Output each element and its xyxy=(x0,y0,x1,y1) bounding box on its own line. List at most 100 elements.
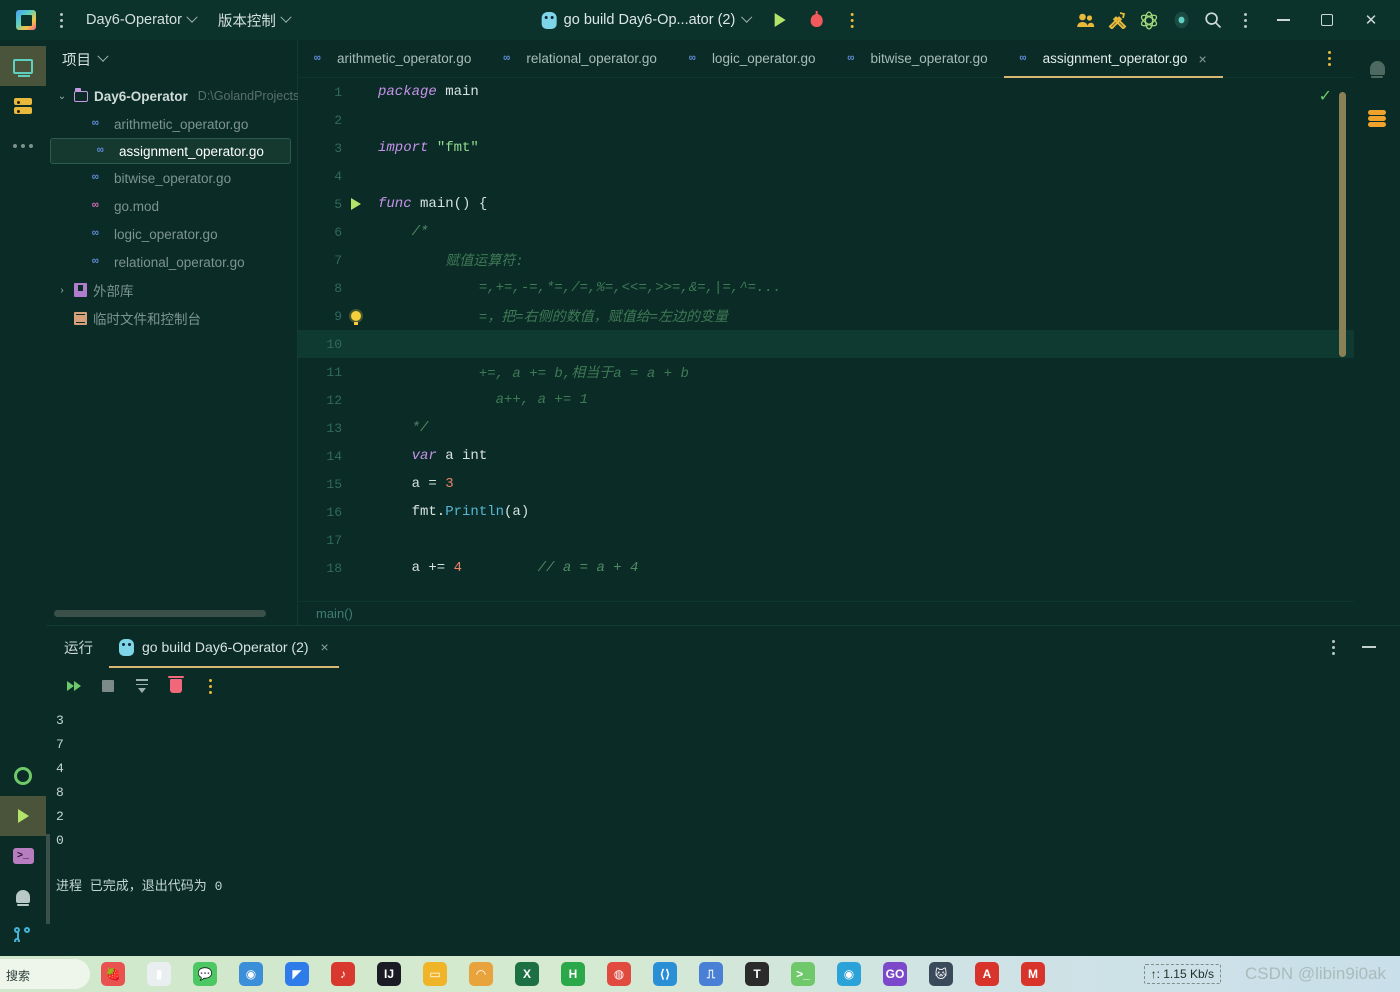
sidebar-item-run[interactable] xyxy=(0,796,46,836)
code-line[interactable]: 12 a++, a += 1 xyxy=(298,386,1354,414)
app-acrobat[interactable]: A xyxy=(964,956,1010,992)
chevron-icon[interactable]: ⌄ xyxy=(56,91,68,102)
sidebar-item-problems[interactable] xyxy=(0,876,46,916)
tree-item[interactable]: 临时文件和控制台 xyxy=(46,304,297,332)
app-monitor[interactable]: ⎍ xyxy=(688,956,734,992)
editor-vertical-scrollbar[interactable] xyxy=(1339,92,1346,357)
tree-item[interactable]: ∞ logic_operator.go xyxy=(46,220,297,248)
ai-assistant-button[interactable] xyxy=(1134,5,1164,35)
code-line[interactable]: 4 xyxy=(298,162,1354,190)
app-idea[interactable]: IJ xyxy=(366,956,412,992)
app-edge[interactable]: ◉ xyxy=(826,956,872,992)
run-button[interactable] xyxy=(765,5,795,35)
editor-tab[interactable]: ∞ logic_operator.go xyxy=(673,40,832,77)
sidebar-item-settings[interactable] xyxy=(0,756,46,796)
clear-all-button[interactable] xyxy=(162,672,190,700)
run-panel-collapse-button[interactable] xyxy=(1354,632,1384,662)
project-horizontal-scrollbar[interactable] xyxy=(54,610,266,617)
tree-item[interactable]: › 外部库 xyxy=(46,276,297,304)
network-speed-indicator[interactable]: ↑: 1.15 Kb/s xyxy=(1143,964,1221,984)
editor-tab[interactable]: ∞ relational_operator.go xyxy=(487,40,673,77)
app-typora[interactable]: T xyxy=(734,956,780,992)
code-line[interactable]: 9 =，把=右侧的数值，赋值给=左边的变量 xyxy=(298,302,1354,330)
editor-tab[interactable]: ∞ arithmetic_operator.go xyxy=(298,40,487,77)
editor-tabs-more-button[interactable] xyxy=(1314,44,1344,74)
maximize-window-button[interactable] xyxy=(1306,0,1348,40)
app-excel[interactable]: X xyxy=(504,956,550,992)
minimize-window-button[interactable] xyxy=(1262,0,1304,40)
console-output[interactable]: 3 7 4 8 2 0 进程 已完成，退出代码为 0 xyxy=(46,704,1400,956)
editor-tab[interactable]: ∞ bitwise_operator.go xyxy=(832,40,1004,77)
project-name-chip[interactable]: Day6-Operator xyxy=(78,7,204,33)
app-chrome[interactable]: ◍ xyxy=(596,956,642,992)
run-configuration-selector[interactable]: go build Day6-Op...ator (2) xyxy=(533,6,760,34)
notifications-button[interactable] xyxy=(1354,48,1400,88)
vcs-chip[interactable]: 版本控制 xyxy=(210,7,298,33)
code-line[interactable]: 1 package main xyxy=(298,78,1354,106)
app-goland[interactable]: GO xyxy=(872,956,918,992)
goland-logo-icon[interactable] xyxy=(16,10,36,30)
debug-button[interactable] xyxy=(801,5,831,35)
editor-tab[interactable]: ∞ assignment_operator.go × xyxy=(1003,40,1223,78)
close-icon[interactable]: × xyxy=(1198,51,1206,67)
rerun-button[interactable] xyxy=(60,672,88,700)
scroll-to-end-button[interactable] xyxy=(128,672,156,700)
code-line[interactable]: 17 xyxy=(298,526,1354,554)
more-run-actions-button[interactable] xyxy=(837,5,867,35)
code-line[interactable]: 18 a += 4 // a = a + 4 xyxy=(298,554,1354,582)
tree-item[interactable]: ∞ arithmetic_operator.go xyxy=(46,110,297,138)
code-line[interactable]: 11 +=, a += b,相当于a = a + b xyxy=(298,358,1354,386)
chevron-icon[interactable]: › xyxy=(56,285,68,296)
app-netease[interactable]: ♪ xyxy=(320,956,366,992)
intention-bulb-icon[interactable] xyxy=(342,311,370,325)
app-vscode[interactable]: ⟨⟩ xyxy=(642,956,688,992)
gutter-run-icon[interactable] xyxy=(342,198,370,210)
inspection-status-badge[interactable]: ✓ xyxy=(1319,86,1332,106)
search-button[interactable] xyxy=(1198,5,1228,35)
build-tools-button[interactable] xyxy=(1102,5,1132,35)
app-console[interactable]: >_ xyxy=(780,956,826,992)
tree-item[interactable]: ∞ bitwise_operator.go xyxy=(46,164,297,192)
code-line[interactable]: 16 fmt.Println(a) xyxy=(298,498,1354,526)
breadcrumb[interactable]: main() xyxy=(298,601,1354,625)
app-fruit[interactable]: 🍓 xyxy=(90,956,136,992)
app-explorer[interactable]: ▮ xyxy=(136,956,182,992)
code-line[interactable]: 14 var a int xyxy=(298,442,1354,470)
close-icon[interactable]: × xyxy=(321,639,329,655)
code-line[interactable]: 7 赋值运算符: xyxy=(298,246,1354,274)
stop-button[interactable] xyxy=(94,672,122,700)
sidebar-item-database[interactable] xyxy=(0,86,46,126)
project-panel-header[interactable]: 项目 xyxy=(46,40,297,78)
more-options-button[interactable] xyxy=(1230,5,1260,35)
database-button[interactable] xyxy=(1354,98,1400,138)
updates-button[interactable] xyxy=(1166,5,1196,35)
app-dingtalk[interactable]: ◤ xyxy=(274,956,320,992)
app-folder[interactable]: ▭ xyxy=(412,956,458,992)
close-window-button[interactable]: ✕ xyxy=(1350,0,1392,40)
sidebar-item-project[interactable] xyxy=(0,46,46,86)
console-scrollbar[interactable] xyxy=(46,834,50,924)
collaborate-button[interactable] xyxy=(1070,5,1100,35)
sidebar-item-terminal[interactable]: >_ xyxy=(0,836,46,876)
app-browser[interactable]: ◉ xyxy=(228,956,274,992)
tree-item[interactable]: ∞ go.mod xyxy=(46,192,297,220)
app-mail[interactable]: M xyxy=(1010,956,1056,992)
app-wechat[interactable]: 💬 xyxy=(182,956,228,992)
run-session-tab[interactable]: go build Day6-Operator (2) × xyxy=(109,626,339,668)
code-line[interactable]: 3 import "fmt" xyxy=(298,134,1354,162)
code-line[interactable]: 5 func main() { xyxy=(298,190,1354,218)
run-more-button[interactable] xyxy=(196,672,224,700)
code-line[interactable]: 15 a = 3 xyxy=(298,470,1354,498)
app-cat[interactable]: 🐱 xyxy=(918,956,964,992)
app-huawei[interactable]: H xyxy=(550,956,596,992)
run-panel-options-button[interactable] xyxy=(1318,632,1348,662)
code-viewport[interactable]: 1 package main 2 3 import "fmt" 4 5 func main()… xyxy=(298,78,1354,601)
code-line[interactable]: 13 */ xyxy=(298,414,1354,442)
code-line[interactable]: 10 xyxy=(298,330,1354,358)
code-line[interactable]: 6 /* xyxy=(298,218,1354,246)
code-line[interactable]: 8 =,+=,-=,*=,/=,%=,<<=,>>=,&=,|=,^=... xyxy=(298,274,1354,302)
tree-item[interactable]: ∞ assignment_operator.go xyxy=(50,138,291,164)
app-sogou[interactable]: ◠ xyxy=(458,956,504,992)
main-menu-icon[interactable] xyxy=(50,7,72,33)
sidebar-item-more[interactable] xyxy=(0,126,46,166)
